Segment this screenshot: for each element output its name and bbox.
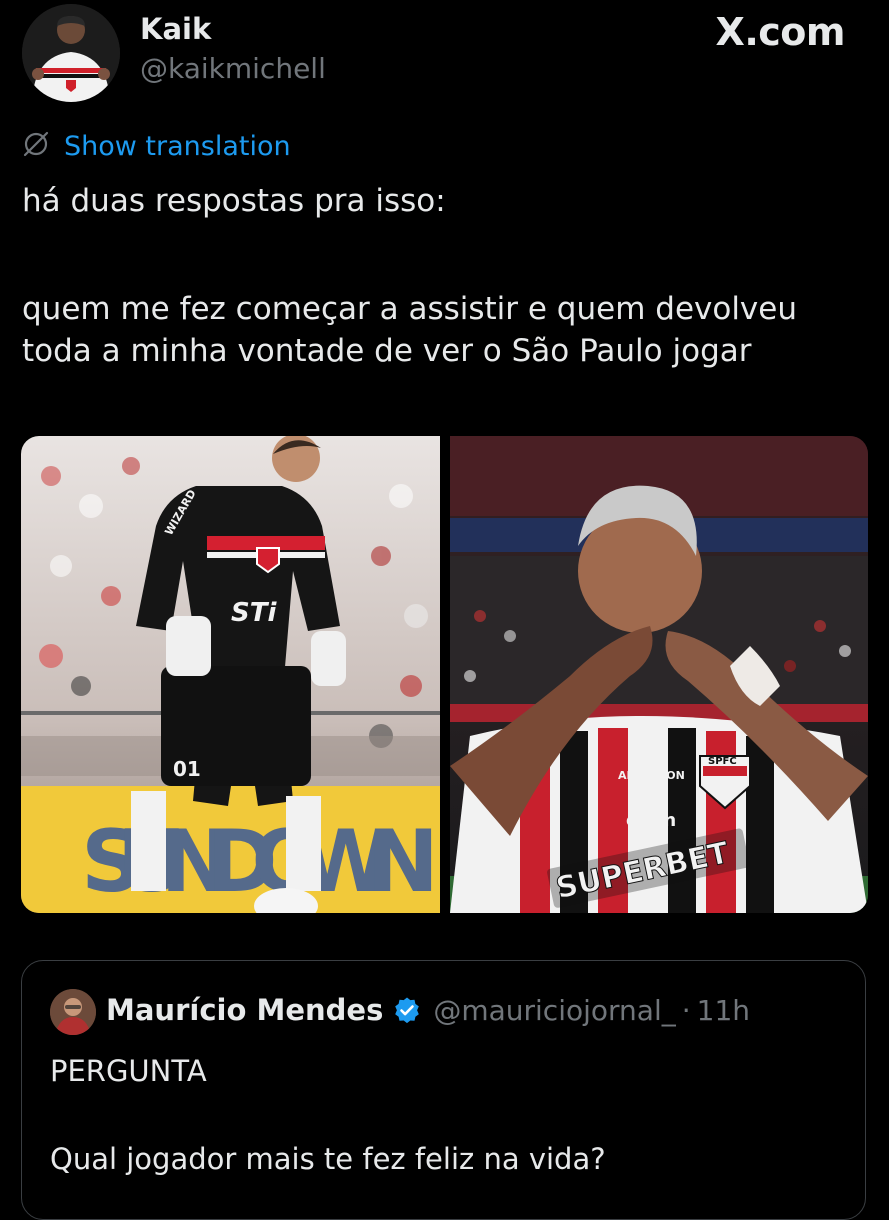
globe-slash-icon — [22, 130, 50, 162]
quoted-tweet-line: PERGUNTA — [50, 1054, 207, 1088]
tweet-media: SUNDOWN STi WIZARD 01 — [21, 436, 868, 913]
tweet-line: quem me fez começar a assistir e quem de… — [22, 291, 797, 327]
verified-badge-icon — [393, 996, 421, 1024]
quoted-author-avatar[interactable] — [50, 989, 96, 1035]
svg-text:ADEMICON: ADEMICON — [618, 769, 685, 782]
striker-photo[interactable]: SPFC ADEMICON elgin SUPERBET — [450, 436, 868, 913]
quoted-tweet-header: Maurício Mendes @mauriciojornal_ · 11h — [106, 993, 750, 1027]
quoted-tweet-line: Qual jogador mais te fez feliz na vida? — [50, 1142, 606, 1176]
x-com-watermark: X.com — [715, 10, 846, 54]
quoted-author-name[interactable]: Maurício Mendes — [106, 993, 383, 1027]
quoted-author-handle[interactable]: @mauriciojornal_ — [433, 994, 675, 1027]
author-handle[interactable]: @kaikmichell — [140, 52, 326, 85]
svg-text:01: 01 — [173, 757, 201, 781]
quoted-tweet-time[interactable]: 11h — [697, 994, 750, 1027]
show-translation-label[interactable]: Show translation — [64, 131, 291, 162]
tweet-line: há duas respostas pra isso: — [22, 183, 446, 219]
show-translation-button[interactable]: Show translation — [22, 130, 291, 162]
author-avatar-image — [22, 4, 120, 102]
author-avatar[interactable] — [22, 4, 120, 102]
quoted-tweet-text: PERGUNTA Qual jogador mais te fez feliz … — [50, 1051, 606, 1179]
separator-dot: · — [681, 993, 691, 1027]
quoted-tweet-card[interactable]: Maurício Mendes @mauriciojornal_ · 11h P… — [21, 960, 866, 1220]
tweet-line: toda a minha vontade de ver o São Paulo … — [22, 333, 752, 369]
svg-text:STi: STi — [231, 598, 277, 628]
goalkeeper-photo[interactable]: SUNDOWN STi WIZARD 01 — [21, 436, 440, 913]
author-name[interactable]: Kaik — [140, 12, 211, 46]
svg-text:SPFC: SPFC — [708, 756, 737, 767]
tweet-text: há duas respostas pra isso: quem me fez … — [22, 180, 872, 372]
svg-text:elgin: elgin — [626, 810, 676, 831]
